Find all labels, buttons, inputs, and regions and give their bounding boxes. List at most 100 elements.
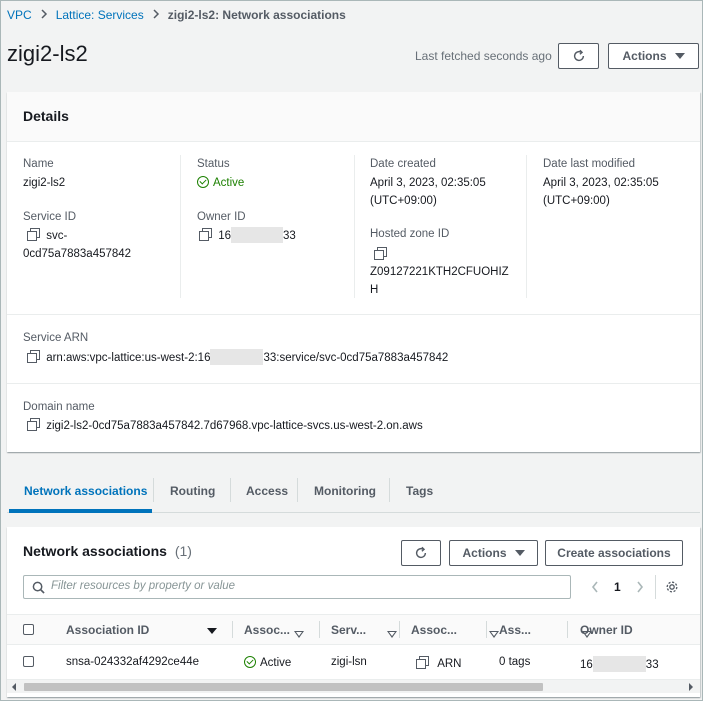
date-created-timezone: (UTC+09:00) — [370, 195, 437, 207]
chevron-right-icon — [40, 8, 48, 22]
column-associated-with[interactable]: Assoc... — [411, 623, 457, 637]
sort-descending-icon[interactable] — [207, 628, 217, 634]
redacted-block — [231, 227, 283, 243]
scrollbar-thumb[interactable] — [24, 683, 543, 691]
filter-placeholder: Filter resources by property or value — [51, 580, 236, 592]
column-owner-id[interactable]: Owner ID — [580, 623, 633, 637]
details-header — [7, 92, 700, 142]
breadcrumb-vpc-link[interactable]: VPC — [7, 8, 32, 22]
search-icon — [32, 581, 45, 594]
hosted-zone-label: Hosted zone ID — [370, 228, 450, 240]
horizontal-scrollbar[interactable] — [7, 679, 700, 693]
last-fetched-text: Last fetched seconds ago — [415, 49, 552, 63]
refresh-button[interactable] — [401, 540, 441, 566]
chevron-right-icon — [152, 8, 160, 22]
filter-input[interactable]: Filter resources by property or value — [23, 575, 571, 599]
count-badge: (1) — [174, 543, 192, 559]
check-circle-icon — [197, 176, 209, 188]
domain-name-label: Domain name — [23, 401, 95, 413]
column-resizer[interactable] — [232, 621, 233, 638]
redacted-block — [210, 349, 264, 365]
association-id-cell: snsa-024332af4292ce44e — [66, 656, 200, 668]
chevron-right-icon[interactable] — [636, 581, 644, 593]
date-created-value: April 3, 2023, 02:35:05 — [370, 177, 486, 189]
network-associations-panel: Network associations (1) Actions Create … — [7, 527, 700, 697]
tab-network-associations[interactable]: Network associations — [24, 484, 147, 498]
copy-icon[interactable] — [416, 656, 429, 669]
tab-divider — [297, 478, 298, 502]
name-label: Name — [23, 158, 54, 170]
owner-id-label: Owner ID — [197, 211, 246, 223]
column-association-status[interactable]: Assoc... — [244, 623, 290, 637]
scroll-right-icon[interactable] — [688, 683, 694, 691]
select-all-checkbox[interactable] — [23, 624, 34, 635]
tab-tags[interactable]: Tags — [406, 484, 433, 498]
page-title: zigi2-ls2 — [7, 41, 88, 66]
column-associations-tags[interactable]: Ass... — [499, 623, 531, 637]
date-modified-value: April 3, 2023, 02:35:05 — [543, 177, 659, 189]
copy-icon[interactable] — [27, 228, 40, 241]
column-divider — [180, 155, 181, 298]
column-service[interactable]: Serv... — [331, 623, 366, 637]
tab-monitoring[interactable]: Monitoring — [314, 484, 376, 498]
section-divider — [7, 383, 700, 384]
sort-icon[interactable] — [488, 631, 499, 638]
domain-name-value: zigi2-ls2-0cd75a7883a457842.7d67968.vpc-… — [27, 417, 423, 435]
scroll-left-icon[interactable] — [11, 683, 17, 691]
row-checkbox[interactable] — [23, 656, 34, 667]
gear-icon[interactable] — [665, 580, 679, 594]
tags-cell: 0 tags — [499, 656, 531, 668]
column-resizer[interactable] — [486, 621, 487, 638]
actions-label: Actions — [622, 49, 667, 63]
create-associations-button[interactable]: Create associations — [545, 540, 683, 566]
hosted-zone-value-continued: H — [370, 284, 379, 296]
copy-icon[interactable] — [374, 247, 387, 260]
column-resizer[interactable] — [567, 621, 568, 638]
column-resizer[interactable] — [399, 621, 400, 638]
column-association-id[interactable]: Association ID — [66, 623, 149, 637]
actions-dropdown-button[interactable]: Actions — [449, 540, 538, 566]
status-cell: Active — [244, 656, 291, 669]
breadcrumb-current: zigi2-ls2: Network associations — [167, 8, 346, 22]
tab-routing[interactable]: Routing — [170, 484, 215, 498]
panel-title: Network associations (1) — [23, 543, 192, 559]
tab-access[interactable]: Access — [246, 484, 288, 498]
section-divider — [7, 314, 700, 315]
service-id-value-continued: 0cd75a7883a457842 — [23, 248, 132, 260]
sort-icon[interactable] — [387, 631, 398, 638]
details-panel: Details Name zigi2-ls2 Service ID svc- 0… — [7, 92, 700, 452]
page-number[interactable]: 1 — [614, 580, 621, 594]
date-modified-label: Date last modified — [543, 158, 636, 170]
status-label: Status — [197, 158, 230, 170]
breadcrumb: VPC Lattice: Services zigi2-ls2: Network… — [7, 8, 346, 22]
date-created-label: Date created — [370, 158, 436, 170]
sort-icon[interactable] — [294, 631, 304, 638]
service-cell: zigi-lsn — [331, 656, 367, 668]
actions-dropdown-button[interactable]: Actions — [608, 43, 699, 69]
active-tab-indicator — [9, 509, 152, 513]
owner-id-cell: 16 33 — [580, 656, 659, 672]
hosted-zone-copy[interactable] — [374, 247, 387, 261]
service-id-label: Service ID — [23, 211, 77, 223]
column-divider — [526, 155, 527, 298]
tab-divider — [153, 478, 154, 502]
caret-down-icon — [674, 53, 685, 59]
breadcrumb-lattice-services-link[interactable]: Lattice: Services — [56, 8, 144, 22]
copy-icon[interactable] — [27, 350, 40, 363]
service-arn-value: arn:aws:vpc-lattice:us-west-2:16 33:servi… — [27, 349, 448, 367]
associated-with-cell: ARN — [416, 656, 461, 670]
owner-id-value: 16 33 — [199, 227, 296, 245]
console-frame: VPC Lattice: Services zigi2-ls2: Network… — [0, 0, 703, 701]
status-badge: Active — [197, 174, 244, 192]
copy-icon[interactable] — [27, 418, 40, 431]
details-title: Details — [23, 108, 69, 124]
pagination-divider — [655, 575, 656, 599]
chevron-left-icon[interactable] — [591, 581, 599, 593]
refresh-button[interactable] — [558, 43, 599, 69]
copy-icon[interactable] — [199, 228, 212, 241]
caret-down-icon — [514, 550, 525, 556]
column-resizer[interactable] — [319, 621, 320, 638]
refresh-icon — [573, 49, 584, 62]
name-value: zigi2-ls2 — [23, 177, 66, 189]
redacted-block — [592, 656, 646, 672]
